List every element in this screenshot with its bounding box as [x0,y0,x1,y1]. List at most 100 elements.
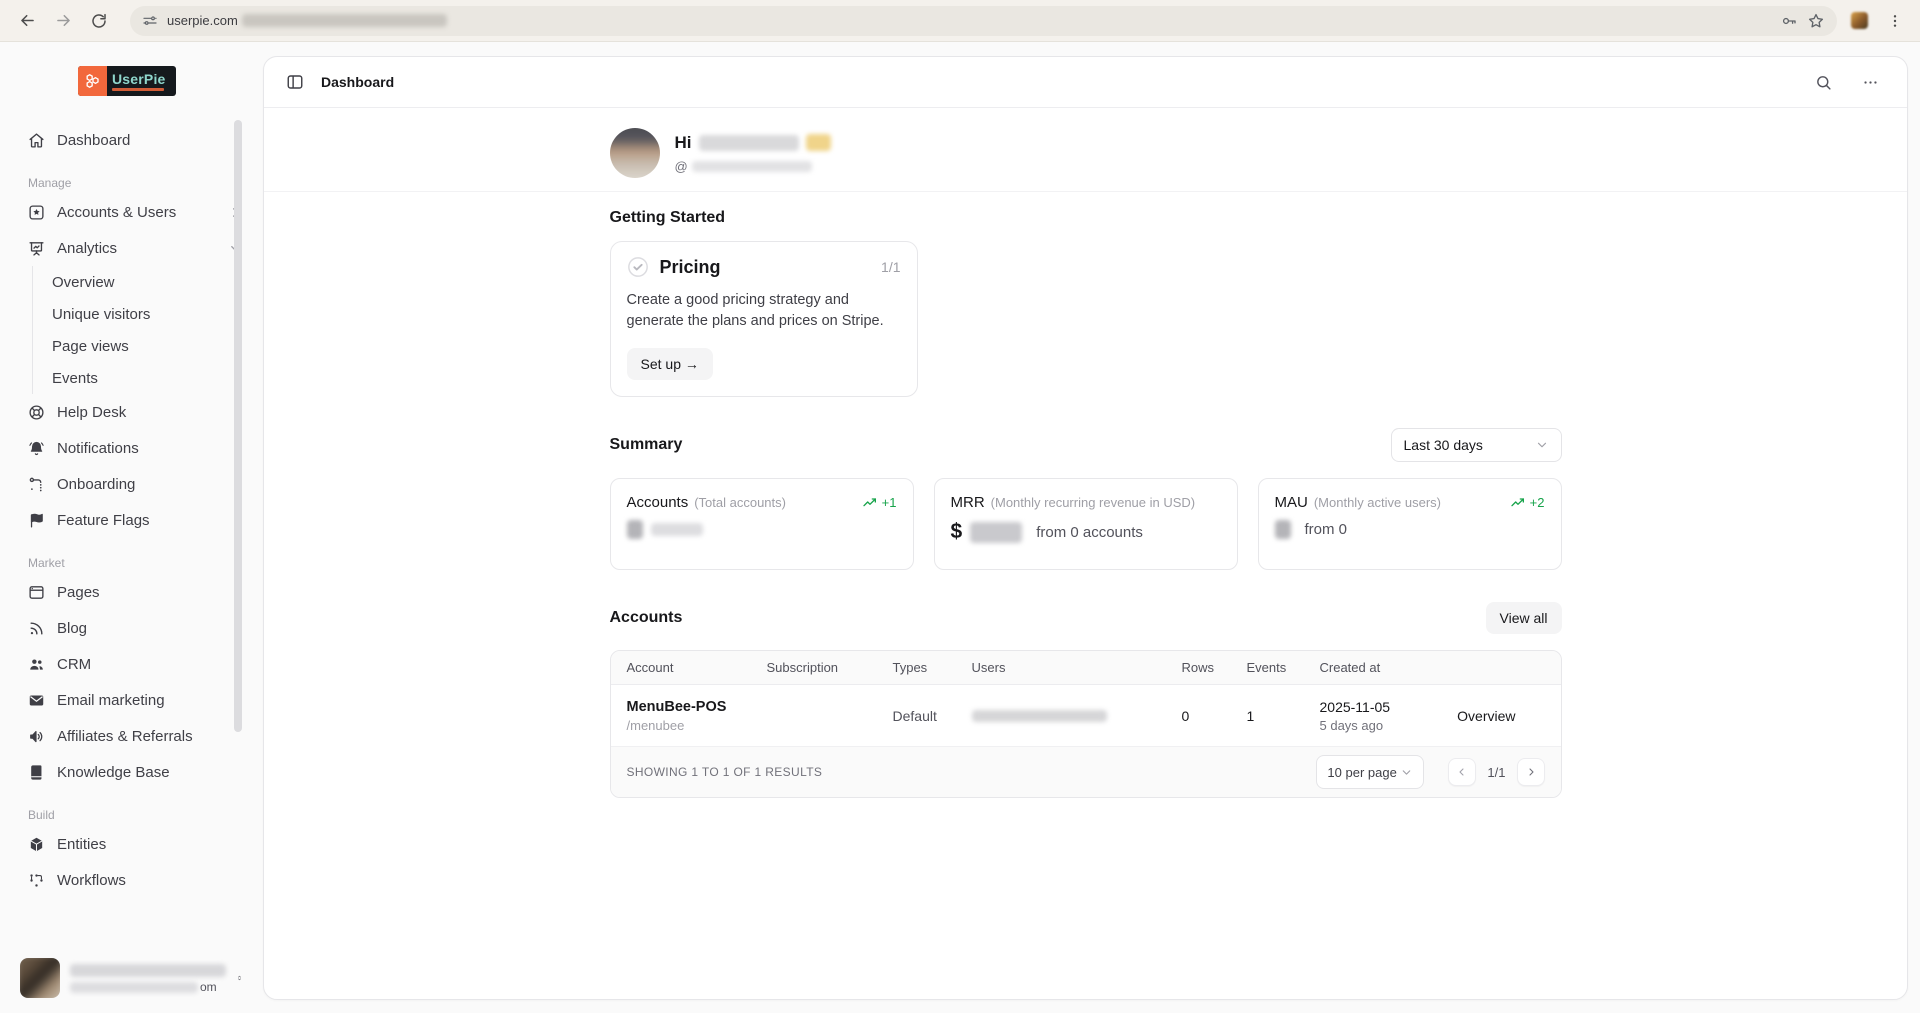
getting-started-card: Pricing 1/1 Create a good pricing strate… [610,241,918,397]
search-icon [1815,74,1832,91]
accounts-table: Account Subscription Types Users Rows Ev… [610,650,1562,798]
sidebar-item-workflows[interactable]: Workflows [0,862,263,898]
sidebar-item-unique-visitors[interactable]: Unique visitors [33,298,263,330]
sidebar-scrollbar[interactable] [234,120,242,732]
metric-value-redacted [1275,520,1291,539]
account-switcher[interactable]: om [14,951,249,1005]
greeting-at-symbol: @ [675,159,688,174]
sidebar-item-label: Accounts & Users [57,204,216,221]
sidebar-item-help-desk[interactable]: Help Desk [0,394,263,430]
sidebar-item-crm[interactable]: CRM [0,646,263,682]
next-page-button[interactable] [1517,758,1545,786]
date-range-value: Last 30 days [1404,437,1483,453]
sidebar-item-label: Page views [52,338,129,355]
table-row[interactable]: MenuBee-POS /menubee Default 0 1 2025-11… [611,685,1561,747]
password-key-icon[interactable] [1780,12,1798,30]
home-icon [28,132,45,149]
sidebar-item-events[interactable]: Events [33,362,263,394]
sidebar-item-onboarding[interactable]: Onboarding [0,466,263,502]
browser-reload-button[interactable] [84,6,114,36]
browser-toolbar: userpie.com [0,0,1920,42]
view-all-button[interactable]: View all [1486,602,1562,634]
account-created-ago: 5 days ago [1320,718,1451,733]
set-up-button[interactable]: Set up → [627,348,713,380]
workflow-nodes-icon [28,872,45,889]
analytics-chart-icon [28,240,45,257]
sidebar-item-label: Dashboard [57,132,243,149]
sidebar-item-accounts-users[interactable]: Accounts & Users [0,194,263,230]
sidebar-item-knowledge-base[interactable]: Knowledge Base [0,754,263,790]
forward-arrow-icon [54,11,73,30]
sidebar-item-label: Overview [52,274,115,291]
account-slug: /menubee [627,718,767,733]
account-rows: 0 [1182,708,1247,724]
app-shell: UserPie Dashboard Manage Accounts & User… [0,42,1920,1013]
site-info-icon[interactable] [142,13,158,29]
greeting-name-redacted [699,135,799,151]
brand-logo-icon [78,66,107,96]
metric-delta: +2 [1530,495,1545,510]
sidebar-item-label: Events [52,370,98,387]
sidebar-item-label: Pages [57,584,243,601]
overview-link[interactable]: Overview [1457,708,1560,724]
brand-logo[interactable]: UserPie [78,66,176,96]
summary-header: Summary Last 30 days [610,428,1562,462]
metric-sublabel: (Monthly active users) [1314,495,1504,510]
brand-name: UserPie [112,72,166,86]
sidebar-item-feature-flags[interactable]: Feature Flags [0,502,263,538]
sidebar-item-email-marketing[interactable]: Email marketing [0,682,263,718]
browser-window-icon [28,584,45,601]
brand-tagline [112,88,164,91]
sidebar-item-label: Entities [57,836,243,853]
badge-star-icon [28,204,45,221]
greeting-section: Hi @ [264,108,1907,192]
currency-symbol: $ [951,520,963,544]
extension-icon[interactable] [1851,12,1868,29]
flag-icon [28,512,45,529]
book-icon [28,764,45,781]
sidebar-item-overview[interactable]: Overview [33,266,263,298]
sidebar-item-entities[interactable]: Entities [0,826,263,862]
check-circle-icon [627,256,649,278]
page-content: Hi @ Getting Started [264,108,1907,798]
browser-back-button[interactable] [12,6,42,36]
life-buoy-icon [28,404,45,421]
bookmark-star-icon[interactable] [1807,12,1825,30]
prev-page-button[interactable] [1448,758,1476,786]
sidebar-item-label: Unique visitors [52,306,150,323]
greeting-text: Hi [675,133,692,153]
sidebar-item-notifications[interactable]: Notifications [0,430,263,466]
summary-card-mau: MAU (Monthly active users) +2 from 0 [1258,478,1562,570]
sidebar-item-label: Feature Flags [57,512,243,529]
section-label-market: Market [28,556,263,570]
browser-forward-button[interactable] [48,6,78,36]
sidebar-toggle-icon[interactable] [286,73,304,91]
address-bar[interactable]: userpie.com [130,6,1837,36]
sidebar-item-dashboard[interactable]: Dashboard [0,122,263,158]
sidebar-item-label: CRM [57,656,243,673]
sidebar-item-label: Analytics [57,240,216,257]
per-page-select[interactable]: 10 per page [1316,755,1424,789]
browser-menu-button[interactable] [1882,8,1908,34]
chevron-up-down-icon [236,970,243,986]
chevron-down-icon [1535,438,1549,452]
metric-note: from 0 [1305,521,1348,538]
sidebar-item-label: Knowledge Base [57,764,243,781]
page-header: Dashboard [264,57,1907,108]
sidebar-item-analytics[interactable]: Analytics [0,230,263,266]
getting-started-title: Getting Started [610,209,1562,227]
summary-cards: Accounts (Total accounts) +1 [610,478,1562,570]
user-email-redacted [70,982,198,993]
more-options-button[interactable] [1855,67,1885,97]
summary-card-accounts: Accounts (Total accounts) +1 [610,478,914,570]
page-indicator: 1/1 [1487,765,1505,780]
date-range-select[interactable]: Last 30 days [1391,428,1562,462]
url-text: userpie.com [167,13,238,28]
rss-icon [28,620,45,637]
sidebar-item-affiliates[interactable]: Affiliates & Referrals [0,718,263,754]
account-events: 1 [1247,708,1320,724]
sidebar-item-blog[interactable]: Blog [0,610,263,646]
sidebar-item-page-views[interactable]: Page views [33,330,263,362]
search-button[interactable] [1808,67,1838,97]
sidebar-item-pages[interactable]: Pages [0,574,263,610]
